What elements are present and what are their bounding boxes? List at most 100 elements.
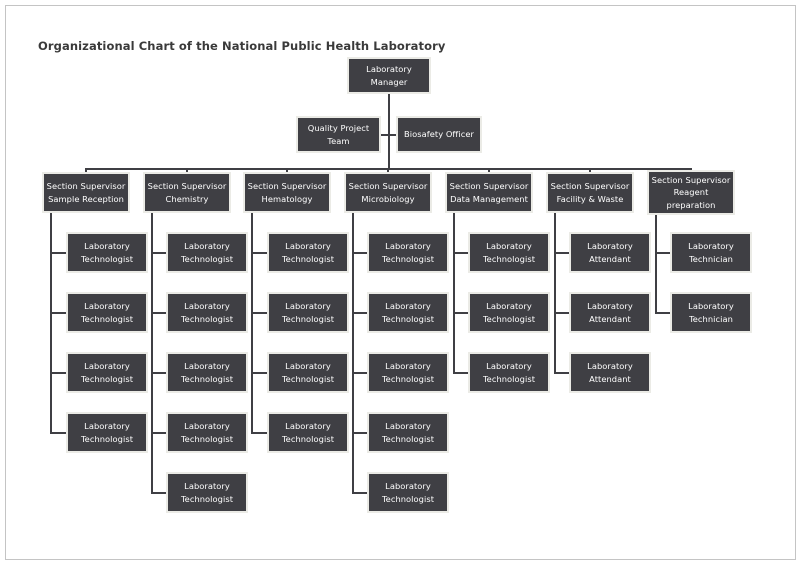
node-label-line: Laboratory [84,421,130,431]
node-label: Laboratory Technologist [168,480,246,505]
node-label-line: Laboratory [587,361,633,371]
node-label-line: Technologist [381,373,435,384]
node-label-line: Laboratory [184,301,230,311]
node-label-line: Chemistry [165,193,209,204]
node-report-1-2[interactable]: Laboratory Technologist [166,352,248,393]
node-label-line: Laboratory [385,301,431,311]
node-label: Section Supervisor Sample Reception [44,180,128,205]
node-label: Section Supervisor Microbiology [346,180,430,205]
node-report-1-0[interactable]: Laboratory Technologist [166,232,248,273]
node-label: Laboratory Technician [672,300,750,325]
node-label: Laboratory Technologist [369,300,447,325]
node-label-line: Laboratory [184,361,230,371]
node-report-5-0[interactable]: Laboratory Attendant [569,232,651,273]
node-label-line: Biosafety Officer [404,129,474,140]
node-label-line: preparation [666,199,716,210]
node-report-6-1[interactable]: Laboratory Technician [670,292,752,333]
node-report-0-2[interactable]: Laboratory Technologist [66,352,148,393]
node-label: Section Supervisor Chemistry [145,180,229,205]
node-label-line: Laboratory [587,241,633,251]
node-section-supervisor-hematology[interactable]: Section Supervisor Hematology [243,172,331,213]
node-label-line: Microbiology [361,193,415,204]
node-report-4-0[interactable]: Laboratory Technologist [468,232,550,273]
node-report-2-3[interactable]: Laboratory Technologist [267,412,349,453]
node-label-line: Reagent [673,187,709,198]
node-label: Laboratory Technologist [269,300,347,325]
node-label-line: Technologist [381,313,435,324]
node-report-1-1[interactable]: Laboratory Technologist [166,292,248,333]
node-report-1-3[interactable]: Laboratory Technologist [166,412,248,453]
node-label-line: Laboratory [486,301,532,311]
node-label: Laboratory Technologist [369,480,447,505]
node-label-line: Laboratory [486,361,532,371]
node-label-line: Technologist [180,373,234,384]
node-report-6-0[interactable]: Laboratory Technician [670,232,752,273]
node-report-0-3[interactable]: Laboratory Technologist [66,412,148,453]
node-label: Laboratory Technologist [470,300,548,325]
node-label-line: Section Supervisor [247,181,327,191]
node-label-line: Laboratory [385,481,431,491]
node-report-0-0[interactable]: Laboratory Technologist [66,232,148,273]
node-report-2-2[interactable]: Laboratory Technologist [267,352,349,393]
node-section-supervisor-chemistry[interactable]: Section Supervisor Chemistry [143,172,231,213]
node-report-4-1[interactable]: Laboratory Technologist [468,292,550,333]
node-label: Laboratory Technologist [369,360,447,385]
node-label: Section Supervisor Reagent preparation [649,174,733,212]
node-label: Laboratory Attendant [571,240,649,265]
node-label: Section Supervisor Hematology [245,180,329,205]
org-chart-page: Organizational Chart of the National Pub… [0,0,805,572]
node-label-line: Laboratory [486,241,532,251]
node-section-supervisor-facility-waste[interactable]: Section Supervisor Facility & Waste [546,172,634,213]
node-label-line: Technologist [80,433,134,444]
node-report-3-2[interactable]: Laboratory Technologist [367,352,449,393]
node-label-line: Laboratory [285,301,331,311]
node-report-3-1[interactable]: Laboratory Technologist [367,292,449,333]
node-report-5-2[interactable]: Laboratory Attendant [569,352,651,393]
node-quality-project-team[interactable]: Quality Project Team [296,116,381,153]
node-biosafety-officer[interactable]: Biosafety Officer [396,116,482,153]
node-label: Laboratory Technologist [369,240,447,265]
node-label: Biosafety Officer [398,128,480,141]
node-label-line: Technologist [80,313,134,324]
node-section-supervisor-microbiology[interactable]: Section Supervisor Microbiology [344,172,432,213]
node-label-line: Laboratory [366,64,412,74]
node-label: Laboratory Technologist [369,420,447,445]
node-label-line: Technologist [180,433,234,444]
node-label-line: Technologist [482,373,536,384]
node-label-line: Technologist [281,313,335,324]
node-label-line: Technologist [281,373,335,384]
node-label-line: Technologist [80,373,134,384]
node-label-line: Manager [370,76,408,87]
node-label-line: Technologist [80,253,134,264]
node-report-1-4[interactable]: Laboratory Technologist [166,472,248,513]
node-report-0-1[interactable]: Laboratory Technologist [66,292,148,333]
node-section-supervisor-data-management[interactable]: Section Supervisor Data Management [445,172,533,213]
node-report-5-1[interactable]: Laboratory Attendant [569,292,651,333]
node-label: Laboratory Technologist [269,420,347,445]
node-report-2-1[interactable]: Laboratory Technologist [267,292,349,333]
node-label-line: Attendant [589,253,631,264]
node-section-supervisor-reagent-preparation[interactable]: Section Supervisor Reagent preparation [647,170,735,215]
node-report-3-3[interactable]: Laboratory Technologist [367,412,449,453]
node-report-2-0[interactable]: Laboratory Technologist [267,232,349,273]
node-report-3-0[interactable]: Laboratory Technologist [367,232,449,273]
node-label-line: Laboratory [84,301,130,311]
node-label-line: Technologist [482,253,536,264]
node-label-line: Laboratory [688,301,734,311]
node-label-line: Section Supervisor [449,181,529,191]
node-label: Laboratory Technologist [168,300,246,325]
node-laboratory-manager[interactable]: Laboratory Manager [347,57,431,94]
node-report-3-4[interactable]: Laboratory Technologist [367,472,449,513]
node-label-line: Section Supervisor [46,181,126,191]
node-label: Laboratory Technologist [470,240,548,265]
node-label-line: Section Supervisor [348,181,428,191]
node-report-4-2[interactable]: Laboratory Technologist [468,352,550,393]
node-section-supervisor-sample-reception[interactable]: Section Supervisor Sample Reception [42,172,130,213]
node-label: Laboratory Attendant [571,300,649,325]
node-label-line: Laboratory [285,421,331,431]
node-label-line: Technologist [180,493,234,504]
node-label-line: Attendant [589,313,631,324]
node-label-line: Laboratory [184,421,230,431]
node-label-line: Laboratory [385,241,431,251]
node-label-line: Laboratory [84,361,130,371]
